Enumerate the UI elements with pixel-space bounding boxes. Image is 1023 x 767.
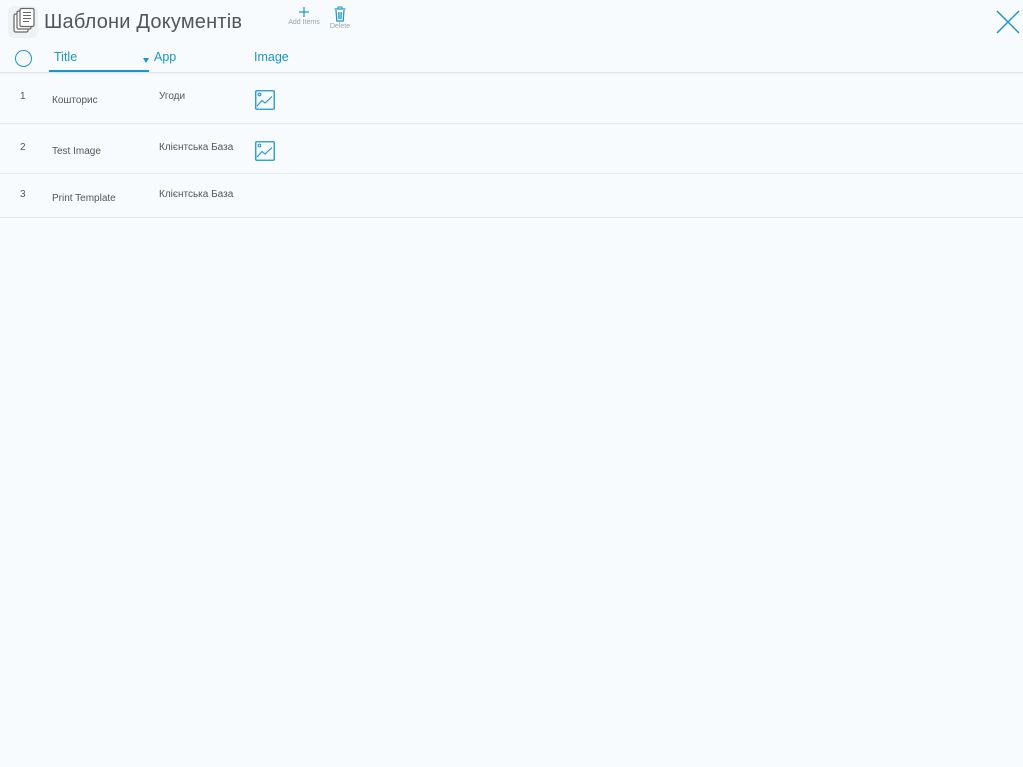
documents-icon <box>8 6 38 38</box>
sort-descending-icon[interactable] <box>143 58 149 63</box>
table-row[interactable]: 3 Print Template Клієнтська База <box>0 174 1023 218</box>
column-header-image[interactable]: Image <box>254 50 289 64</box>
image-thumbnail-icon[interactable] <box>255 141 275 161</box>
table-row[interactable]: 1 Кошторис Угоди <box>0 73 1023 124</box>
trash-icon <box>318 6 362 22</box>
delete-button[interactable]: Delete <box>318 6 362 30</box>
document-templates-window: Шаблони Документів Add Items Delete Titl… <box>0 0 1023 767</box>
column-header-app[interactable]: App <box>154 50 176 64</box>
column-header-title[interactable]: Title <box>49 50 149 72</box>
row-app: Клієнтська База <box>159 142 234 153</box>
table-row[interactable]: 2 Test Image Клієнтська База <box>0 124 1023 174</box>
row-title: Кошторис <box>52 95 98 106</box>
row-title: Print Template <box>52 193 116 204</box>
row-number: 2 <box>20 142 26 153</box>
delete-label: Delete <box>329 23 351 30</box>
header-bar: Шаблони Документів Add Items Delete Titl… <box>0 0 1023 73</box>
row-number: 3 <box>20 189 26 200</box>
row-title: Test Image <box>52 146 101 157</box>
row-app: Клієнтська База <box>159 189 234 200</box>
page-title: Шаблони Документів <box>44 11 243 33</box>
row-app: Угоди <box>159 91 186 102</box>
image-thumbnail-icon[interactable] <box>255 90 275 110</box>
row-number: 1 <box>20 91 26 102</box>
select-all-checkbox[interactable] <box>15 50 32 67</box>
close-icon[interactable] <box>996 10 1020 34</box>
